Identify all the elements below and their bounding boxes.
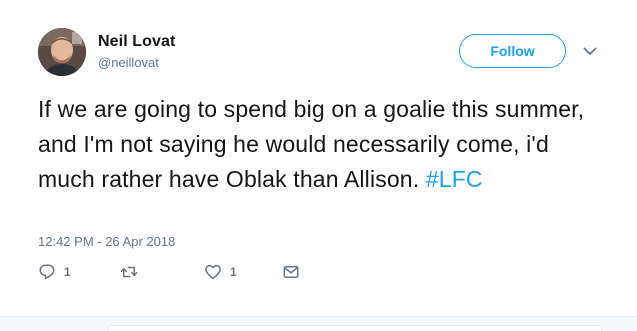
direct-message-button[interactable] xyxy=(282,263,300,281)
heart-icon xyxy=(204,263,222,281)
retweet-icon xyxy=(120,263,138,281)
hashtag-link[interactable]: #LFC xyxy=(426,166,483,192)
reply-count: 1 xyxy=(64,265,71,279)
user-handle[interactable]: @neillovat xyxy=(98,55,159,70)
display-name[interactable]: Neil Lovat xyxy=(98,33,175,51)
like-button[interactable]: 1 xyxy=(204,263,237,281)
follow-button[interactable]: Follow xyxy=(459,34,566,68)
reply-box-edge xyxy=(108,325,602,331)
retweet-button[interactable] xyxy=(120,263,146,281)
tweet-card: Neil Lovat @neillovat Follow If we are g… xyxy=(0,0,637,331)
tweet-timestamp[interactable]: 12:42 PM - 26 Apr 2018 xyxy=(38,234,175,249)
tweet-actions: 1 1 xyxy=(38,263,338,283)
chevron-down-icon[interactable] xyxy=(581,44,599,58)
like-count: 1 xyxy=(230,265,237,279)
avatar[interactable] xyxy=(38,28,86,76)
tweet-body: If we are going to spend big on a goalie… xyxy=(38,96,585,192)
tweet-text: If we are going to spend big on a goalie… xyxy=(38,92,608,197)
reply-button[interactable]: 1 xyxy=(38,263,71,281)
reply-icon xyxy=(38,263,56,281)
envelope-icon xyxy=(282,263,300,281)
